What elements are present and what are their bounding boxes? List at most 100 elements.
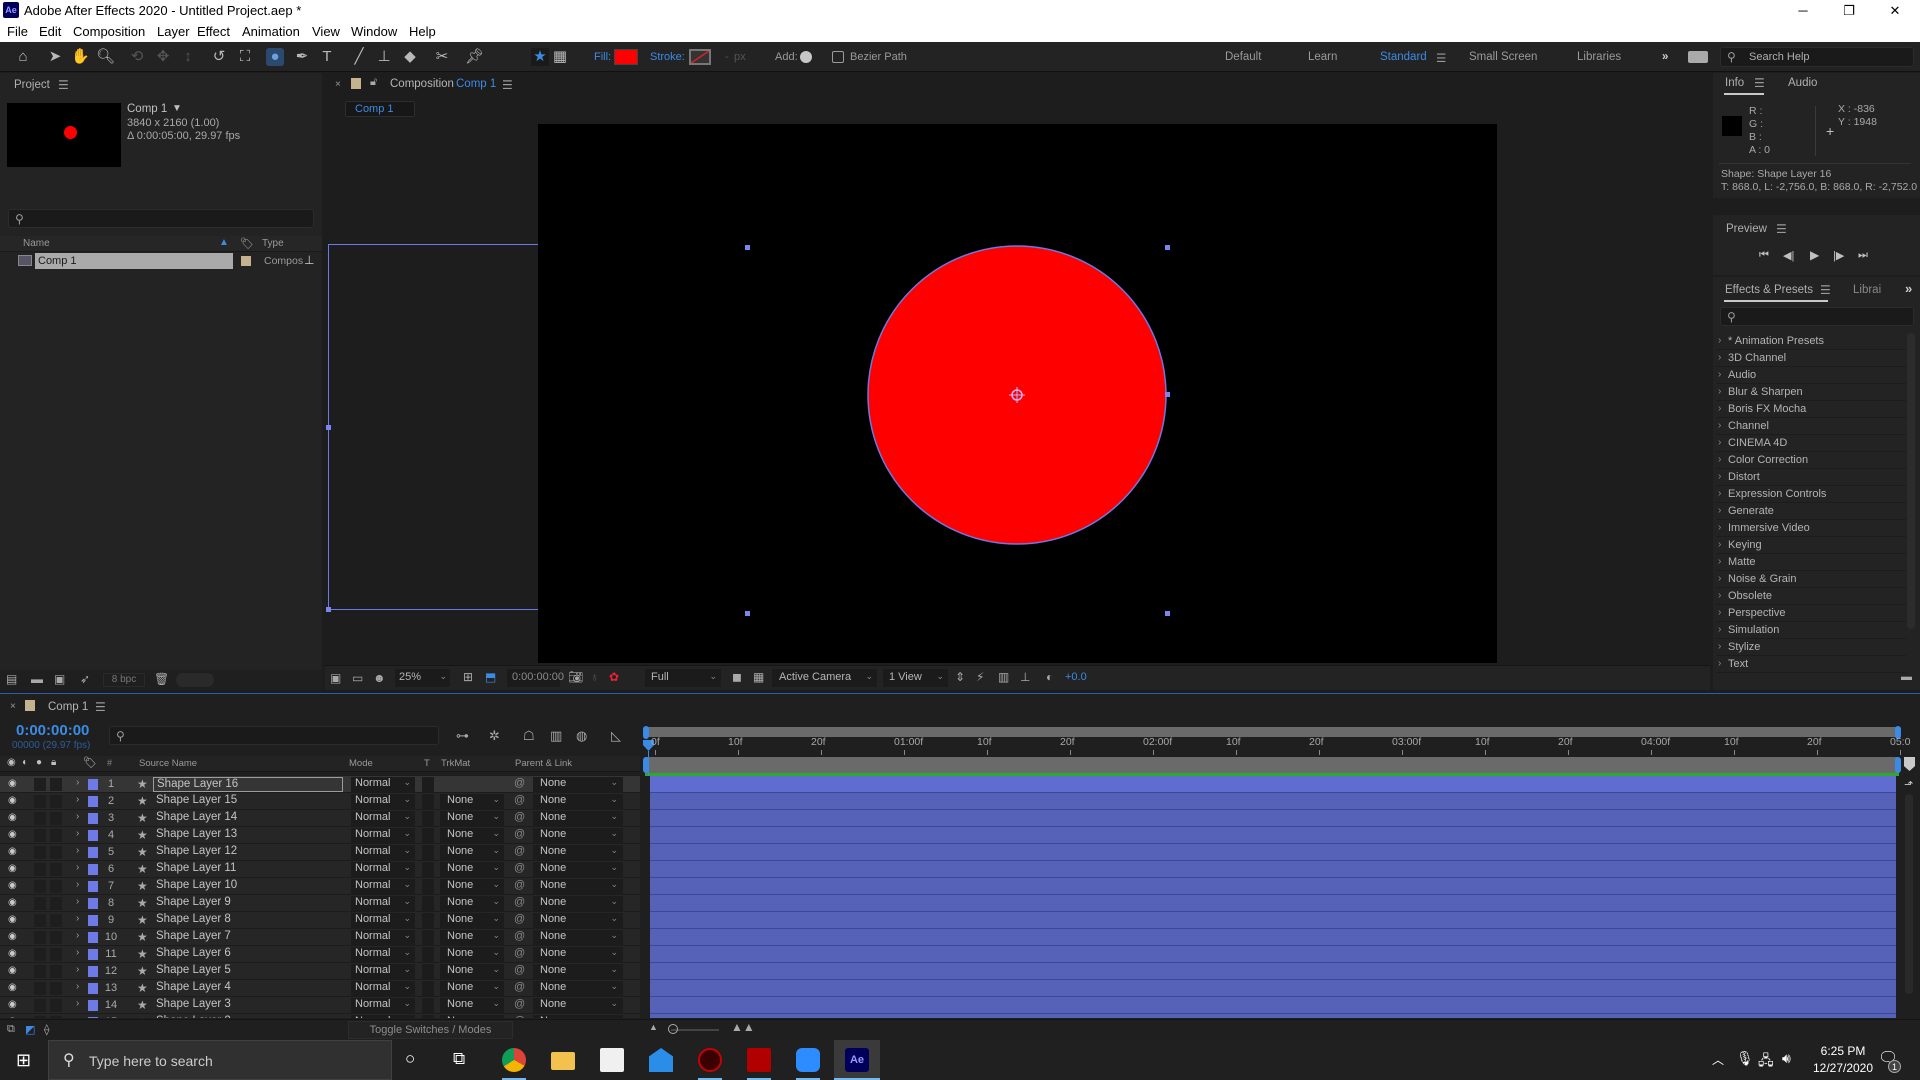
layer-duration-bar[interactable]	[650, 844, 1896, 861]
solo-toggle[interactable]	[34, 999, 46, 1012]
lock-toggle[interactable]	[50, 999, 62, 1012]
expand-chevron-icon[interactable]: ›	[76, 1015, 79, 1018]
layer-duration-bar[interactable]	[650, 946, 1896, 963]
blend-mode-dropdown[interactable]: Normal⌄	[351, 930, 415, 945]
expand-chevron-icon[interactable]: ›	[76, 777, 79, 788]
parent-dropdown[interactable]: None⌄	[533, 964, 623, 979]
trkmat-dropdown[interactable]: None⌄	[440, 964, 504, 979]
expand-chevron-icon[interactable]: ›	[76, 811, 79, 822]
show-hidden-icons[interactable]: ︿	[1712, 1051, 1724, 1068]
microphone-icon[interactable]: 🎙︎	[1736, 1050, 1754, 1067]
lock-toggle[interactable]	[50, 897, 62, 910]
trkmat-dropdown[interactable]: None⌄	[440, 947, 504, 962]
blend-mode-dropdown[interactable]: Normal⌄	[351, 947, 415, 962]
lock-toggle[interactable]	[50, 931, 62, 944]
preserve-transparency-toggle[interactable]	[422, 862, 434, 877]
layer-row[interactable]: ◉ › 12 ★ Shape Layer 5 Normal ⌄ None ⌄ @ None ⌄	[0, 963, 640, 980]
layer-name[interactable]: Shape Layer 3	[153, 998, 343, 1013]
expand-chevron-icon[interactable]: ›	[76, 794, 79, 805]
parent-pickwhip-icon[interactable]: @	[514, 930, 525, 942]
expand-chevron-icon[interactable]: ›	[76, 930, 79, 941]
layer-row[interactable]: ◉ › 15 ★ Shape Layer 2 Normal⌄ None⌄ @ None⌄	[0, 1014, 640, 1018]
trkmat-dropdown[interactable]: None⌄	[440, 794, 504, 809]
preserve-transparency-toggle[interactable]	[422, 998, 434, 1013]
expand-chevron-icon[interactable]: ›	[76, 998, 79, 1009]
label-color-swatch[interactable]	[88, 864, 98, 875]
layer-row[interactable]: ◉ › 14 ★ Shape Layer 3 Normal ⌄ None ⌄ @ None ⌄	[0, 997, 640, 1014]
expand-chevron-icon[interactable]: ›	[76, 845, 79, 856]
preserve-transparency-toggle[interactable]	[422, 828, 434, 843]
volume-icon[interactable]: 🔊︎	[1782, 1050, 1791, 1067]
layer-name[interactable]: Shape Layer 8	[153, 913, 343, 928]
file-explorer-icon[interactable]	[551, 1052, 575, 1070]
layer-duration-bar[interactable]	[650, 963, 1896, 980]
trkmat-dropdown[interactable]: None⌄	[440, 1015, 504, 1018]
label-color-swatch[interactable]	[88, 1000, 98, 1011]
expand-chevron-icon[interactable]: ›	[76, 896, 79, 907]
trkmat-dropdown[interactable]: None⌄	[440, 896, 504, 911]
preserve-transparency-toggle[interactable]	[422, 794, 434, 809]
layer-duration-bar[interactable]	[650, 810, 1896, 827]
trkmat-dropdown[interactable]: None⌄	[440, 862, 504, 877]
eye-icon[interactable]: ◉	[8, 914, 17, 925]
layer-name[interactable]: Shape Layer 16	[153, 777, 343, 792]
lock-toggle[interactable]	[50, 863, 62, 876]
preserve-transparency-toggle[interactable]	[422, 1015, 434, 1018]
parent-pickwhip-icon[interactable]: @	[514, 947, 525, 959]
label-color-swatch[interactable]	[88, 915, 98, 926]
layer-row[interactable]: ◉ › 4 ★ Shape Layer 13 Normal ⌄ None ⌄ @ None ⌄	[0, 827, 640, 844]
layer-name[interactable]: Shape Layer 7	[153, 930, 343, 945]
chrome-icon[interactable]	[502, 1048, 526, 1072]
label-color-swatch[interactable]	[88, 949, 98, 960]
preserve-transparency-toggle[interactable]	[422, 896, 434, 911]
parent-pickwhip-icon[interactable]: @	[514, 981, 525, 993]
blend-mode-dropdown[interactable]: Normal⌄	[351, 828, 415, 843]
eye-icon[interactable]: ◉	[8, 846, 17, 857]
comp-button-icon[interactable]: ⬏	[1904, 778, 1913, 791]
lock-toggle[interactable]	[50, 812, 62, 825]
blend-mode-dropdown[interactable]: Normal⌄	[351, 845, 415, 860]
label-color-swatch[interactable]	[88, 898, 98, 909]
layer-name[interactable]: Shape Layer 4	[153, 981, 343, 996]
parent-pickwhip-icon[interactable]: @	[514, 1015, 525, 1018]
layer-name[interactable]: Shape Layer 6	[153, 947, 343, 962]
label-color-swatch[interactable]	[88, 983, 98, 994]
preserve-transparency-toggle[interactable]	[422, 845, 434, 860]
lock-toggle[interactable]	[50, 880, 62, 893]
layer-duration-bar[interactable]	[650, 878, 1896, 895]
layer-duration-bar[interactable]	[650, 861, 1896, 878]
parent-pickwhip-icon[interactable]: @	[514, 828, 525, 840]
eye-icon[interactable]: ◉	[8, 863, 17, 874]
parent-dropdown[interactable]: None⌄	[533, 981, 623, 996]
layer-duration-bar[interactable]	[650, 895, 1896, 912]
preserve-transparency-toggle[interactable]	[422, 879, 434, 894]
parent-pickwhip-icon[interactable]: @	[514, 896, 525, 908]
layer-name[interactable]: Shape Layer 13	[153, 828, 343, 843]
layer-row[interactable]: ◉ › 1 ★ Shape Layer 16 Normal ⌄ @ None ⌄	[0, 776, 640, 793]
layer-row[interactable]: ◉ › 6 ★ Shape Layer 11 Normal ⌄ None ⌄ @ None ⌄	[0, 861, 640, 878]
expand-chevron-icon[interactable]: ›	[76, 947, 79, 958]
layer-row[interactable]: ◉ › 11 ★ Shape Layer 6 Normal ⌄ None ⌄ @ None ⌄	[0, 946, 640, 963]
parent-pickwhip-icon[interactable]: @	[514, 862, 525, 874]
expand-chevron-icon[interactable]: ›	[76, 879, 79, 890]
lock-toggle[interactable]	[50, 846, 62, 859]
zoom-out-icon[interactable]: ▲	[649, 1022, 658, 1032]
mail-icon[interactable]	[649, 1048, 673, 1072]
comp-marker-bin-icon[interactable]	[1904, 757, 1915, 771]
label-color-swatch[interactable]	[88, 796, 98, 807]
layer-duration-bar[interactable]	[650, 912, 1896, 929]
lock-toggle[interactable]	[50, 829, 62, 842]
label-color-swatch[interactable]	[88, 932, 98, 943]
layer-row[interactable]: ◉ › 2 ★ Shape Layer 15 Normal ⌄ None ⌄ @ None ⌄	[0, 793, 640, 810]
cortana-icon[interactable]: ○	[405, 1049, 415, 1069]
solo-toggle[interactable]	[34, 778, 46, 791]
blend-mode-dropdown[interactable]: Normal⌄	[351, 981, 415, 996]
parent-dropdown[interactable]: None⌄	[533, 862, 623, 877]
windows-start-icon[interactable]: ⊞	[16, 1050, 31, 1071]
layer-name[interactable]: Shape Layer 10	[153, 879, 343, 894]
layer-duration-bar[interactable]	[650, 793, 1896, 810]
solo-toggle[interactable]	[34, 863, 46, 876]
blend-mode-dropdown[interactable]: Normal⌄	[351, 862, 415, 877]
preserve-transparency-toggle[interactable]	[422, 964, 434, 979]
parent-dropdown[interactable]: None⌄	[533, 1015, 623, 1018]
